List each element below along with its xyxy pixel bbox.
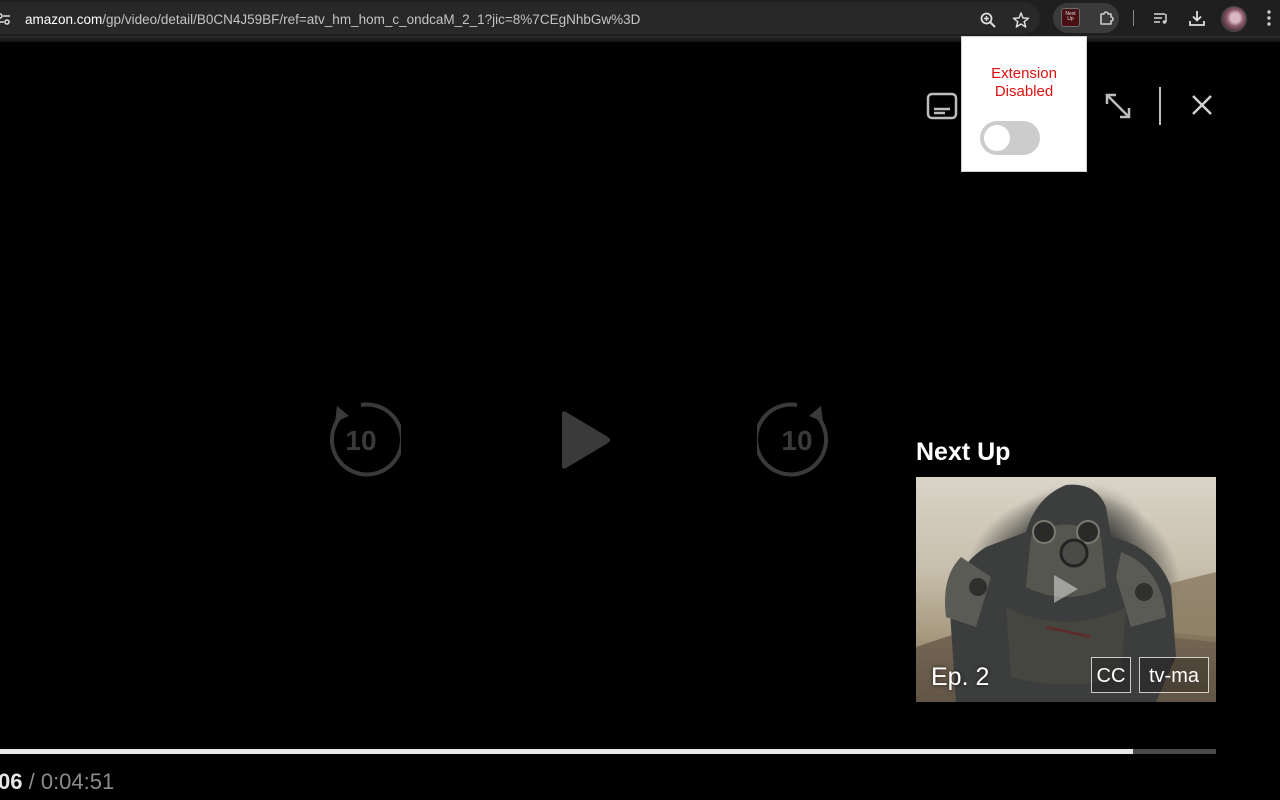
forward-10-button[interactable]: 10 xyxy=(754,400,837,480)
progress-fill xyxy=(0,749,1134,754)
download-icon[interactable] xyxy=(1187,8,1207,28)
toggle-knob xyxy=(984,125,1010,151)
rating-badge: tv-ma xyxy=(1139,657,1209,693)
media-queue-icon[interactable] xyxy=(1151,8,1171,28)
next-up-card[interactable]: Ep. 2 CC tv-ma xyxy=(916,477,1216,702)
subtitles-icon[interactable] xyxy=(926,92,958,120)
url-path: /gp/video/detail/B0CN4J59BF/ref=atv_hm_h… xyxy=(102,12,641,27)
total-time: 0:04:51 xyxy=(40,769,115,794)
forward-label: 10 xyxy=(781,425,812,456)
cc-badge: CC xyxy=(1091,657,1131,693)
extension-toggle[interactable] xyxy=(980,121,1040,155)
bookmark-star-icon[interactable] xyxy=(1012,11,1030,29)
toolbar-shadow xyxy=(0,36,1280,42)
extension-popup: Extension Disabled xyxy=(961,36,1087,172)
rewind-label: 10 xyxy=(345,425,376,456)
card-play-icon xyxy=(1054,575,1078,603)
rewind-icon: 10 xyxy=(329,402,404,477)
url-text[interactable]: amazon.com/gp/video/detail/B0CN4J59BF/re… xyxy=(25,12,640,27)
address-bar[interactable]: amazon.com/gp/video/detail/B0CN4J59BF/re… xyxy=(0,2,1040,34)
site-info-icon[interactable] xyxy=(0,11,12,27)
more-menu-icon[interactable] xyxy=(1259,8,1279,28)
extension-status-text: Extension Disabled xyxy=(991,65,1057,100)
extensions-puzzle-icon[interactable] xyxy=(1097,8,1117,28)
profile-avatar[interactable] xyxy=(1221,6,1247,32)
episode-label: Ep. 2 xyxy=(931,663,990,691)
toolbar-separator xyxy=(1133,10,1134,26)
rewind-10-button[interactable]: 10 xyxy=(321,400,404,480)
current-time: 06 xyxy=(0,769,23,794)
fullscreen-icon[interactable] xyxy=(1103,91,1133,121)
time-separator: / xyxy=(22,769,41,794)
forward-icon: 10 xyxy=(754,402,829,477)
time-display: 06 / 0:04:51 xyxy=(0,769,114,795)
progress-bar[interactable] xyxy=(0,749,1216,754)
zoom-icon[interactable] xyxy=(979,11,997,29)
next-up-title: Next Up xyxy=(916,438,1011,466)
browser-toolbar: amazon.com/gp/video/detail/B0CN4J59BF/re… xyxy=(0,0,1280,42)
close-icon[interactable] xyxy=(1190,93,1214,117)
control-divider xyxy=(1159,87,1161,125)
next-up-extension-icon[interactable]: Next Up xyxy=(1061,8,1080,27)
play-icon[interactable] xyxy=(558,410,612,470)
url-domain: amazon.com xyxy=(25,12,103,27)
